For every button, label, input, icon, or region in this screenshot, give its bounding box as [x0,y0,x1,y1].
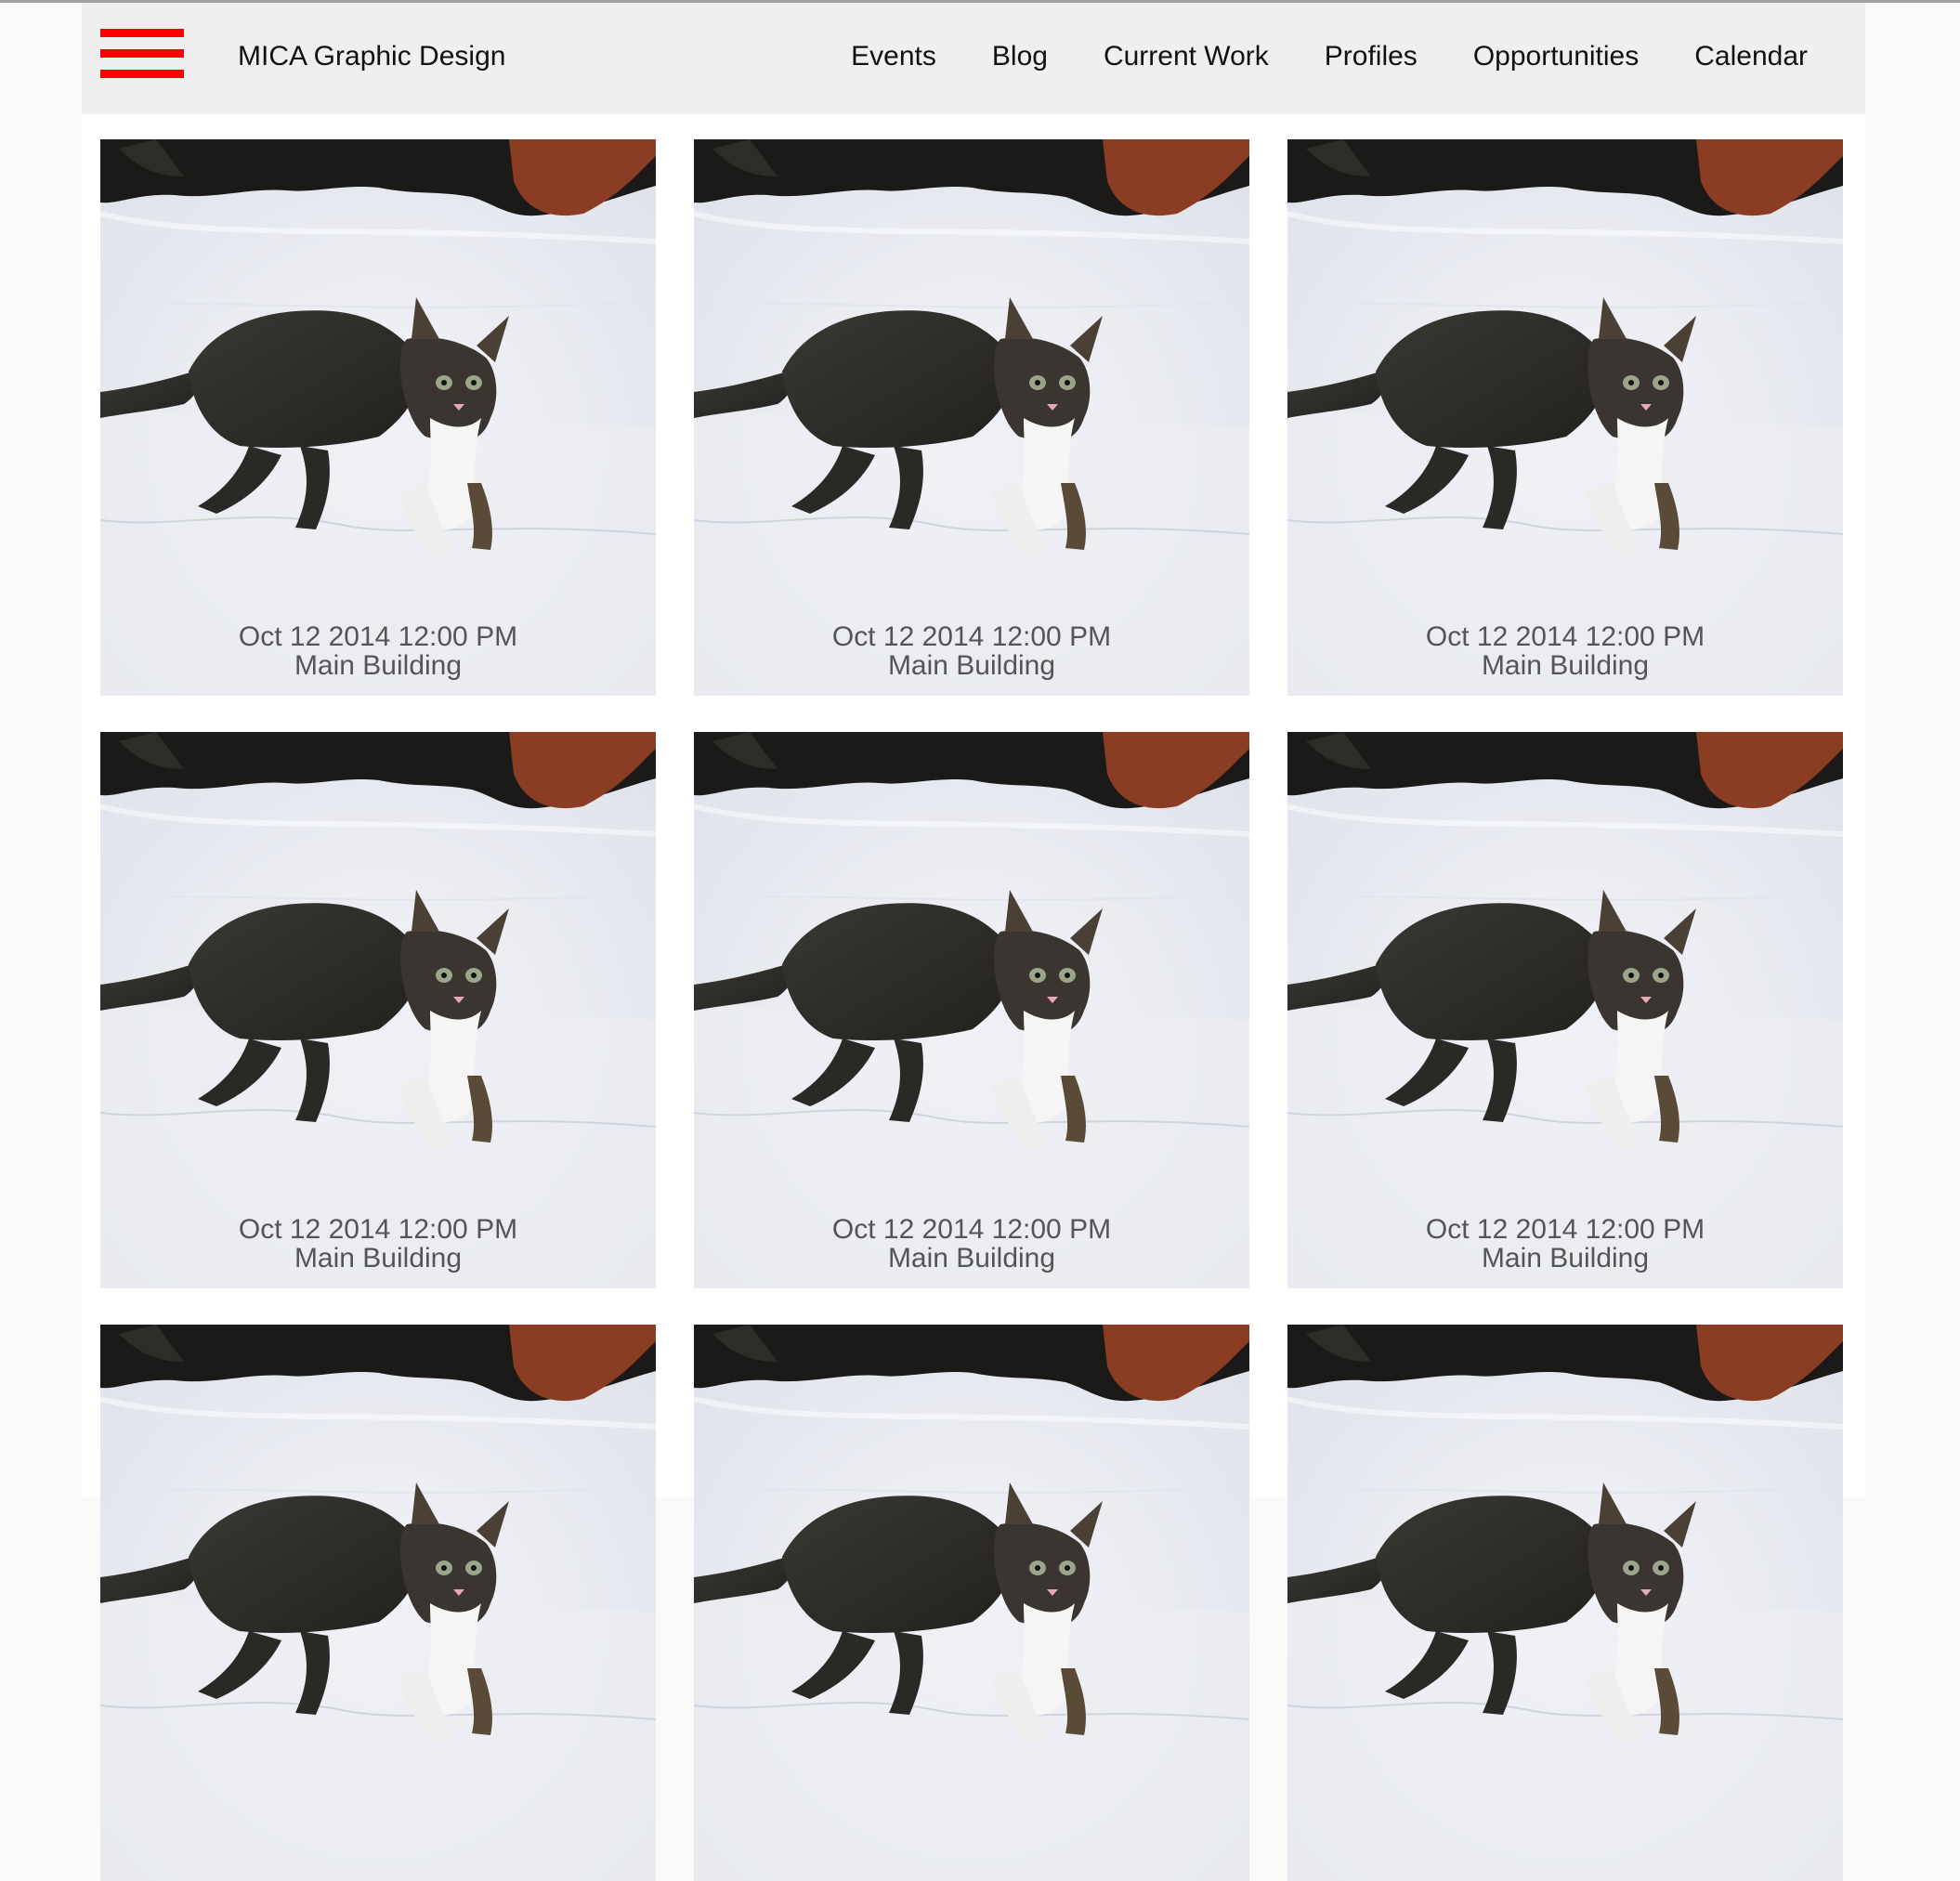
event-location: Main Building [1481,1243,1650,1274]
event-caption: Oct 12 2014 12:00 PM Main Building [694,1215,1249,1273]
nav-current-work[interactable]: Current Work [1104,40,1269,73]
event-location: Main Building [1481,650,1650,681]
event-caption: Oct 12 2014 12:00 PM Main Building [694,622,1249,680]
event-photo [100,1325,656,1881]
hamburger-bar [100,29,184,37]
event-card[interactable]: Oct 12 2014 12:00 PM Main Building [694,732,1249,1288]
event-card[interactable] [1287,1325,1843,1881]
event-grid: Oct 12 2014 12:00 PM Main Building Oct 1… [100,139,1847,1881]
event-caption: Oct 12 2014 12:00 PM Main Building [1287,1215,1843,1273]
event-card[interactable] [100,1325,656,1881]
event-datetime: Oct 12 2014 12:00 PM [238,1214,518,1245]
nav-events[interactable]: Events [851,40,936,73]
event-photo [694,1325,1249,1881]
main-nav: Events Blog Current Work Profiles Opport… [851,40,1808,73]
event-card[interactable]: Oct 12 2014 12:00 PM Main Building [100,732,656,1288]
nav-calendar[interactable]: Calendar [1694,40,1808,73]
hamburger-menu-icon[interactable] [100,29,184,79]
event-photo [100,732,656,1288]
hamburger-bar [100,70,184,78]
page-container: MICA Graphic Design Events Blog Current … [82,3,1865,1881]
event-photo [1287,1325,1843,1881]
top-navbar: MICA Graphic Design Events Blog Current … [82,3,1865,114]
event-photo [694,139,1249,696]
event-datetime: Oct 12 2014 12:00 PM [1425,621,1705,652]
event-caption: Oct 12 2014 12:00 PM Main Building [100,622,656,680]
event-location: Main Building [887,650,1056,681]
event-photo [694,732,1249,1288]
event-card[interactable] [694,1325,1249,1881]
event-card[interactable]: Oct 12 2014 12:00 PM Main Building [1287,732,1843,1288]
nav-profiles[interactable]: Profiles [1325,40,1418,73]
event-photo [1287,139,1843,696]
event-datetime: Oct 12 2014 12:00 PM [831,621,1112,652]
event-location: Main Building [887,1243,1056,1274]
event-card[interactable]: Oct 12 2014 12:00 PM Main Building [1287,139,1843,696]
event-card[interactable]: Oct 12 2014 12:00 PM Main Building [100,139,656,696]
event-caption: Oct 12 2014 12:00 PM Main Building [100,1215,656,1273]
event-datetime: Oct 12 2014 12:00 PM [238,621,518,652]
event-photo [100,139,656,696]
event-photo [1287,732,1843,1288]
event-datetime: Oct 12 2014 12:00 PM [1425,1214,1705,1245]
site-title[interactable]: MICA Graphic Design [238,40,505,73]
event-location: Main Building [294,1243,463,1274]
nav-blog[interactable]: Blog [992,40,1048,73]
event-card[interactable]: Oct 12 2014 12:00 PM Main Building [694,139,1249,696]
event-location: Main Building [294,650,463,681]
event-datetime: Oct 12 2014 12:00 PM [831,1214,1112,1245]
nav-opportunities[interactable]: Opportunities [1473,40,1639,73]
hamburger-bar [100,49,184,58]
event-caption: Oct 12 2014 12:00 PM Main Building [1287,622,1843,680]
